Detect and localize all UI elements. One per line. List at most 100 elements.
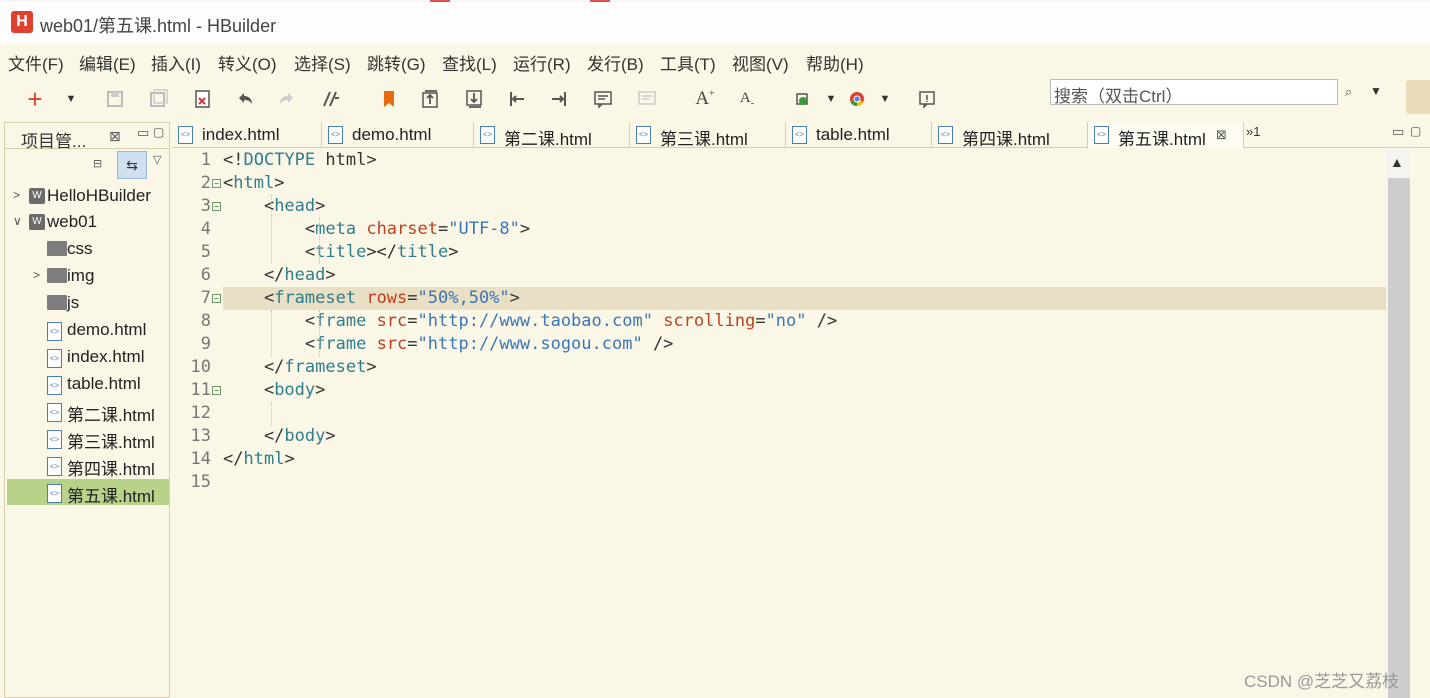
code-line[interactable]: </frameset> (223, 356, 377, 379)
editor-tab[interactable]: <> 第五课.html ⊠ (1088, 122, 1244, 149)
font-increase-icon[interactable]: A+ (694, 88, 716, 110)
close-icon[interactable]: ⊠ (109, 128, 121, 145)
goto-line-end-icon[interactable] (548, 88, 570, 110)
code-line[interactable]: <meta charset="UTF-8"> (223, 218, 530, 241)
editor-tab[interactable]: <> 第二课.html (474, 122, 630, 149)
tree-item-project[interactable]: > W HelloHBuilder (7, 183, 169, 209)
code-line[interactable]: </html> (223, 448, 295, 471)
collapsed-chevron-icon[interactable]: > (13, 188, 20, 202)
fold-toggle-icon[interactable]: − (212, 202, 221, 211)
browser-dropdown-icon[interactable]: ▼ (874, 88, 896, 110)
menu-item-5[interactable]: 跳转(G) (367, 50, 426, 75)
tree-item-file[interactable]: <> table.html (7, 371, 169, 397)
editor-maximize-icon[interactable]: ▢ (1410, 124, 1421, 138)
tree-item-file[interactable]: <> 第五课.html (7, 479, 169, 505)
tree-item-file[interactable]: <> demo.html (7, 317, 169, 343)
tree-item-project[interactable]: ∨ Wweb01 (7, 209, 169, 235)
editor-tab[interactable]: <> 第三课.html (630, 122, 786, 149)
code-line[interactable]: <title></title> (223, 241, 459, 264)
scrollbar-thumb[interactable] (1388, 178, 1410, 698)
code-token: html (243, 449, 285, 469)
menu-item-10[interactable]: 视图(V) (732, 50, 789, 75)
side-panel-toggle-button[interactable] (1406, 80, 1430, 114)
save-all-icon[interactable] (148, 88, 170, 110)
tree-item-file[interactable]: <> 第三课.html (7, 425, 169, 451)
editor-tab[interactable]: <> 第四课.html (932, 122, 1088, 149)
menu-item-2[interactable]: 插入(I) (151, 50, 201, 75)
collapse-all-icon[interactable]: ⊟ (93, 157, 109, 173)
close-file-icon[interactable] (192, 88, 214, 110)
menu-item-6[interactable]: 查找(L) (442, 50, 497, 75)
code-line[interactable]: <body> (223, 379, 325, 402)
editor-tab[interactable]: <> index.html (172, 122, 322, 148)
code-token: body (274, 380, 316, 400)
tree-item-file[interactable]: <> index.html (7, 344, 169, 370)
tree-item-folder[interactable]: js (7, 290, 169, 316)
chrome-icon[interactable] (846, 88, 868, 110)
menu-item-9[interactable]: 工具(T) (660, 50, 716, 75)
run-dropdown-icon[interactable]: ▼ (820, 88, 842, 110)
code-line[interactable]: <!DOCTYPE html> (223, 149, 377, 172)
scroll-up-icon[interactable]: ▲ (1390, 154, 1404, 170)
uncomment-icon[interactable] (636, 88, 658, 110)
fold-toggle-icon[interactable]: − (212, 386, 221, 395)
tree-item-folder[interactable]: > img (7, 263, 169, 289)
code-line[interactable]: <html> (223, 172, 284, 195)
new-icon[interactable]: + (24, 86, 46, 112)
code-line[interactable]: </head> (223, 264, 336, 287)
preview-icon[interactable] (916, 88, 938, 110)
goto-line-start-icon[interactable] (506, 88, 528, 110)
view-menu-icon[interactable]: ▽ (153, 153, 161, 166)
search-input[interactable]: 搜索（双击Ctrl） (1050, 79, 1338, 106)
menu-item-0[interactable]: 文件(F) (8, 50, 64, 75)
tab-close-icon[interactable]: ⊠ (1216, 127, 1227, 143)
goto-top-icon[interactable] (420, 88, 442, 110)
redo-icon[interactable] (276, 88, 298, 110)
minimize-icon[interactable]: ▭ (137, 125, 149, 141)
editor-minimize-icon[interactable]: ▭ (1392, 124, 1404, 140)
code-line[interactable]: <frame src="http://www.taobao.com" scrol… (223, 310, 837, 333)
maximize-icon[interactable]: ▢ (153, 125, 164, 139)
comment-icon[interactable] (592, 88, 614, 110)
code-line[interactable]: <frameset rows="50%,50%"> (223, 287, 520, 310)
bookmark-icon[interactable] (378, 88, 400, 110)
fold-toggle-icon[interactable]: − (212, 179, 221, 188)
watermark: CSDN @芝芝又荔枝 (1244, 672, 1400, 691)
expanded-chevron-icon[interactable]: ∨ (13, 214, 22, 228)
code-line[interactable]: <frame src="http://www.sogou.com" /> (223, 333, 674, 356)
indent-guide (319, 218, 320, 264)
editor-tab[interactable]: <> table.html (786, 122, 932, 148)
code-token: < (223, 288, 275, 308)
menu-item-1[interactable]: 编辑(E) (79, 50, 136, 75)
link-with-editor-button[interactable]: ⇆ (117, 151, 147, 179)
menu-item-3[interactable]: 转义(O) (218, 50, 277, 75)
undo-icon[interactable] (234, 88, 256, 110)
format-icon[interactable] (320, 88, 342, 110)
line-number: 9 (200, 334, 211, 354)
code-token: < (223, 196, 275, 216)
menu-item-11[interactable]: 帮助(H) (806, 50, 864, 75)
font-decrease-icon[interactable]: A- (736, 88, 758, 110)
new-dropdown-icon[interactable]: ▼ (60, 88, 82, 110)
collapsed-chevron-icon[interactable]: > (33, 268, 40, 282)
search-icon[interactable]: ⌕ (1345, 84, 1352, 100)
fold-toggle-icon[interactable]: − (212, 294, 221, 303)
search-dropdown-icon[interactable]: ▼ (1370, 84, 1382, 98)
vertical-scrollbar[interactable]: ▲ (1386, 148, 1410, 698)
editor-tab[interactable]: <> demo.html (322, 122, 474, 148)
goto-bottom-icon[interactable] (464, 88, 486, 110)
tab-overflow-button[interactable]: »1 (1246, 124, 1260, 139)
tree-item-file[interactable]: <> 第四课.html (7, 452, 169, 478)
menu-item-4[interactable]: 选择(S) (294, 50, 351, 75)
run-icon[interactable] (792, 88, 814, 110)
menu-item-8[interactable]: 发行(B) (587, 50, 644, 75)
code-token: frame (315, 311, 367, 331)
code-line[interactable]: </body> (223, 425, 336, 448)
tree-item-file[interactable]: <> 第二课.html (7, 398, 169, 424)
code-line[interactable]: <head> (223, 195, 325, 218)
tree-item-folder[interactable]: css (7, 236, 169, 262)
menu-item-7[interactable]: 运行(R) (513, 50, 571, 75)
code-editor[interactable]: 1 <!DOCTYPE html> 2− <html> 3− <head> 4 <meta… (172, 148, 1386, 698)
tree-item-label: 第四课.html (67, 460, 155, 478)
save-icon[interactable] (104, 88, 126, 110)
